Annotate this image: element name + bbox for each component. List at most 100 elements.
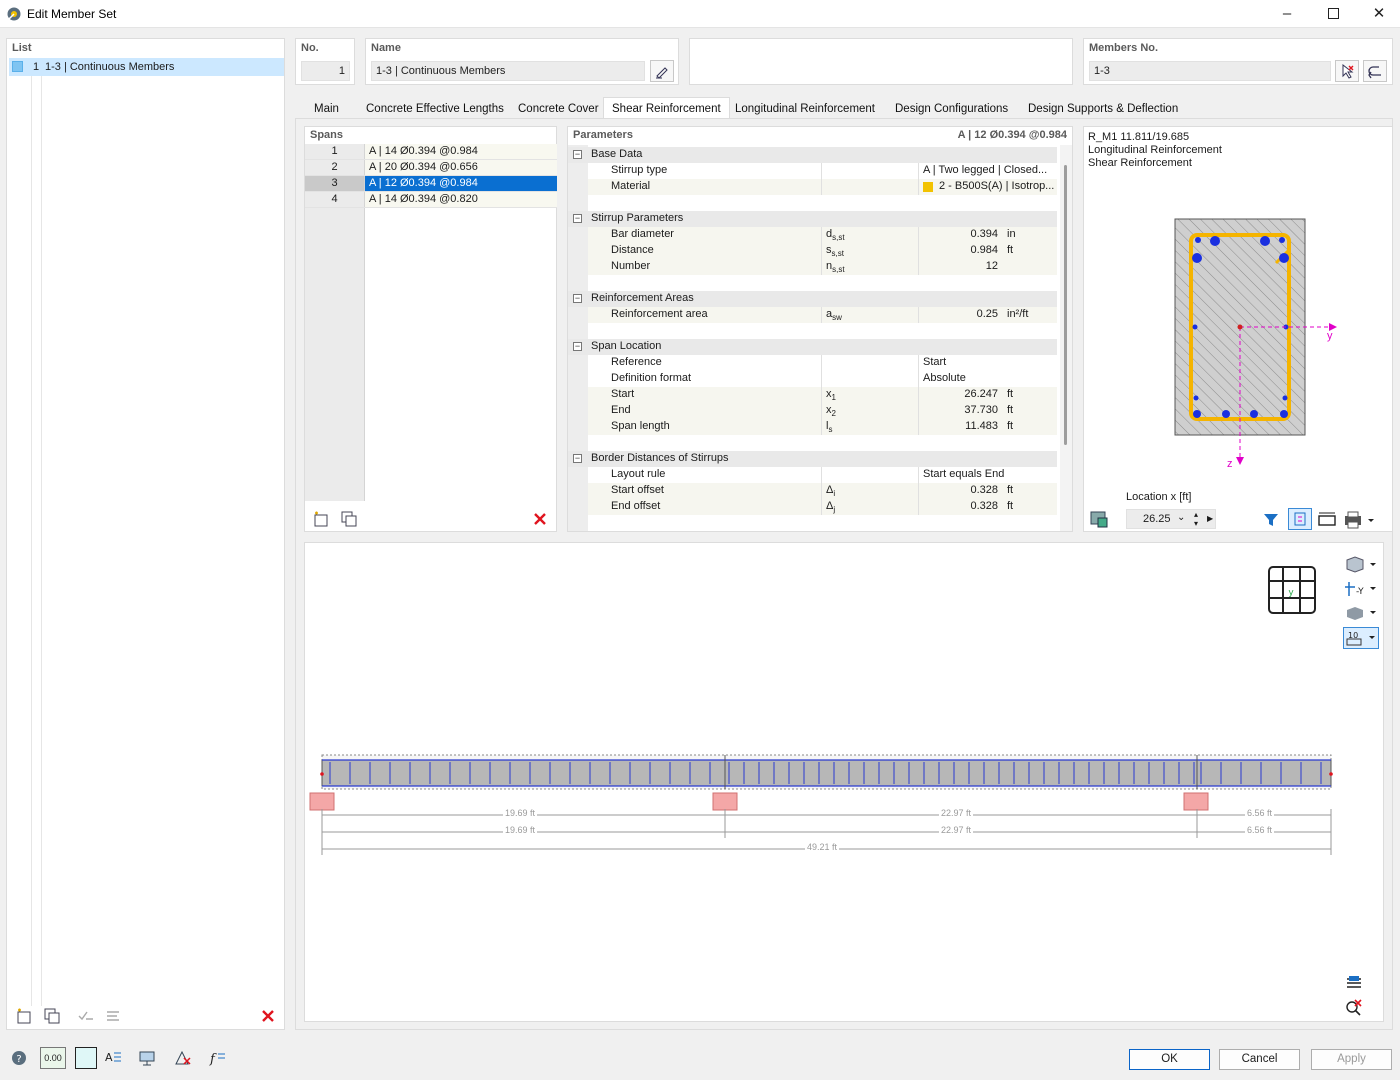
view-options-button[interactable] (1343, 973, 1365, 995)
help-button[interactable]: ? (7, 1047, 31, 1069)
tab-shear-reinforcement[interactable]: Shear Reinforcement (603, 97, 730, 119)
param-value: 0.984 (923, 243, 998, 258)
render-mode-button[interactable] (1343, 603, 1379, 623)
centroid-point (1238, 325, 1243, 330)
list-item-no: 1 (33, 61, 39, 73)
section-info: R_M1 11.811/19.685 Longitudinal Reinforc… (1088, 131, 1222, 170)
reverse-button[interactable] (1363, 60, 1387, 82)
param-value: 37.730 (923, 403, 998, 418)
maximize-button[interactable] (1310, 0, 1356, 28)
tab-longitudinal-reinforcement[interactable]: Longitudinal Reinforcement (726, 97, 884, 119)
dim-span-1: 19.69 ft (503, 808, 537, 818)
view-cube-icon[interactable]: y (1267, 565, 1317, 617)
show-dimensions-toggle[interactable] (1288, 508, 1312, 530)
section-settings-button[interactable] (1088, 508, 1110, 533)
print-button[interactable] (1342, 509, 1378, 531)
ok-button[interactable]: OK (1129, 1049, 1210, 1070)
group-reinforcement-areas[interactable]: − Reinforcement Areas (568, 291, 1057, 307)
span-row-selected[interactable]: 3 A | 12 Ø0.394 @0.984 (305, 176, 557, 192)
chevron-down-icon[interactable]: ⌄ (1177, 512, 1185, 523)
model-filter-button[interactable] (170, 1047, 194, 1069)
param-row-material[interactable]: Material 2 - B500S(A) | Isotrop... (588, 179, 1057, 195)
no-field[interactable]: 1 (301, 61, 350, 81)
param-name: Bar diameter (611, 227, 674, 242)
minimize-button[interactable]: – (1264, 0, 1310, 28)
parameters-header: Parameters (573, 129, 633, 141)
next-location-icon[interactable]: ▶ (1207, 514, 1213, 523)
param-row-span-length[interactable]: Span length ls 11.483 ft (588, 419, 1057, 435)
svg-text:-Y: -Y (1356, 587, 1364, 597)
new-item-button[interactable] (12, 1005, 36, 1027)
renumber-button[interactable] (102, 1005, 126, 1027)
reset-view-button[interactable] (1343, 997, 1365, 1019)
material-color-swatch (923, 182, 933, 192)
close-window-button[interactable]: ✕ (1356, 0, 1400, 28)
copy-span-button[interactable] (337, 508, 361, 530)
cancel-button[interactable]: Cancel (1219, 1049, 1300, 1070)
text-style-button[interactable]: A (101, 1047, 125, 1069)
param-row-reinforcement-area[interactable]: Reinforcement area asw 0.25 in²/ft (588, 307, 1057, 323)
group-base-data[interactable]: − Base Data (568, 147, 1057, 163)
members-field[interactable]: 1-3 (1089, 61, 1331, 81)
param-row-start[interactable]: Start x1 26.247 ft (588, 387, 1057, 403)
tab-concrete-effective-lengths[interactable]: Concrete Effective Lengths (357, 97, 513, 119)
collapse-icon: − (573, 150, 582, 159)
span-row[interactable]: 4 A | 14 Ø0.394 @0.820 (305, 192, 557, 208)
color-button[interactable] (75, 1047, 97, 1069)
parameters-summary: A | 12 Ø0.394 @0.984 (958, 129, 1067, 141)
list-item[interactable]: 1 1-3 | Continuous Members (9, 58, 284, 76)
filter-button[interactable] (1260, 509, 1282, 531)
spinner-arrows-icon[interactable]: ▴▾ (1194, 510, 1198, 528)
numbering-toggle[interactable]: 10 (1343, 627, 1379, 649)
scrollbar-thumb[interactable] (1064, 165, 1067, 445)
param-row-end-offset[interactable]: End offset Δj 0.328 ft (588, 499, 1057, 515)
group-border-distances[interactable]: − Border Distances of Stirrups (568, 451, 1057, 467)
tab-design-configurations[interactable]: Design Configurations (886, 97, 1017, 119)
param-row-distance[interactable]: Distance ss,st 0.984 ft (588, 243, 1057, 259)
group-span-location[interactable]: − Span Location (568, 339, 1057, 355)
support-block (1184, 793, 1208, 810)
grid-separator (918, 371, 919, 387)
display-button[interactable] (135, 1047, 159, 1069)
grid-separator (918, 483, 919, 499)
delete-item-button[interactable] (256, 1005, 280, 1027)
param-row-reference[interactable]: Reference Start (588, 355, 1057, 371)
copy-item-button[interactable] (40, 1005, 64, 1027)
name-field[interactable]: 1-3 | Continuous Members (371, 61, 645, 81)
axis-direction-button[interactable]: -Y (1343, 579, 1379, 599)
location-spinner[interactable]: 26.25 ⌄ ▴▾ ▶ (1126, 509, 1216, 529)
param-row-layout-rule[interactable]: Layout rule Start equals End (588, 467, 1057, 483)
function-icon: f (207, 1048, 227, 1068)
section-view-button[interactable] (1316, 509, 1338, 531)
edit-name-button[interactable] (650, 60, 674, 82)
grid-separator (821, 227, 822, 243)
param-row-definition-format[interactable]: Definition format Absolute (588, 371, 1057, 387)
param-name: Stirrup type (611, 163, 667, 178)
span-row[interactable]: 2 A | 20 Ø0.394 @0.656 (305, 160, 557, 176)
group-title: Border Distances of Stirrups (591, 451, 729, 466)
param-row-end[interactable]: End x2 37.730 ft (588, 403, 1057, 419)
tab-main[interactable]: Main (305, 97, 348, 119)
check-button[interactable] (74, 1005, 98, 1027)
group-stirrup-parameters[interactable]: − Stirrup Parameters (568, 211, 1057, 227)
param-row-stirrup-type[interactable]: Stirrup type A | Two legged | Closed... (588, 163, 1057, 179)
tab-design-supports-deflection[interactable]: Design Supports & Deflection (1019, 97, 1187, 119)
svg-text:y: y (1288, 588, 1294, 598)
delete-span-button[interactable] (528, 508, 552, 530)
span-row[interactable]: 1 A | 14 Ø0.394 @0.984 (305, 144, 557, 160)
pick-members-button[interactable] (1335, 60, 1359, 82)
tab-concrete-cover[interactable]: Concrete Cover (509, 97, 608, 119)
new-span-button[interactable] (309, 508, 333, 530)
param-row-number[interactable]: Number ns,st 12 (588, 259, 1057, 275)
param-unit: in (1007, 227, 1016, 242)
grid-separator (821, 499, 822, 515)
param-row-bar-diameter[interactable]: Bar diameter ds,st 0.394 in (588, 227, 1057, 243)
units-button[interactable]: 0.00 (40, 1047, 66, 1069)
parameters-scrollbar[interactable] (1060, 145, 1072, 531)
view-cube-button[interactable] (1343, 555, 1379, 575)
param-row-start-offset[interactable]: Start offset Δi 0.328 ft (588, 483, 1057, 499)
apply-button[interactable]: Apply (1311, 1049, 1392, 1070)
formula-button[interactable]: f (205, 1047, 229, 1069)
grid-separator (821, 163, 822, 179)
axis-y-label: y (1327, 330, 1333, 342)
